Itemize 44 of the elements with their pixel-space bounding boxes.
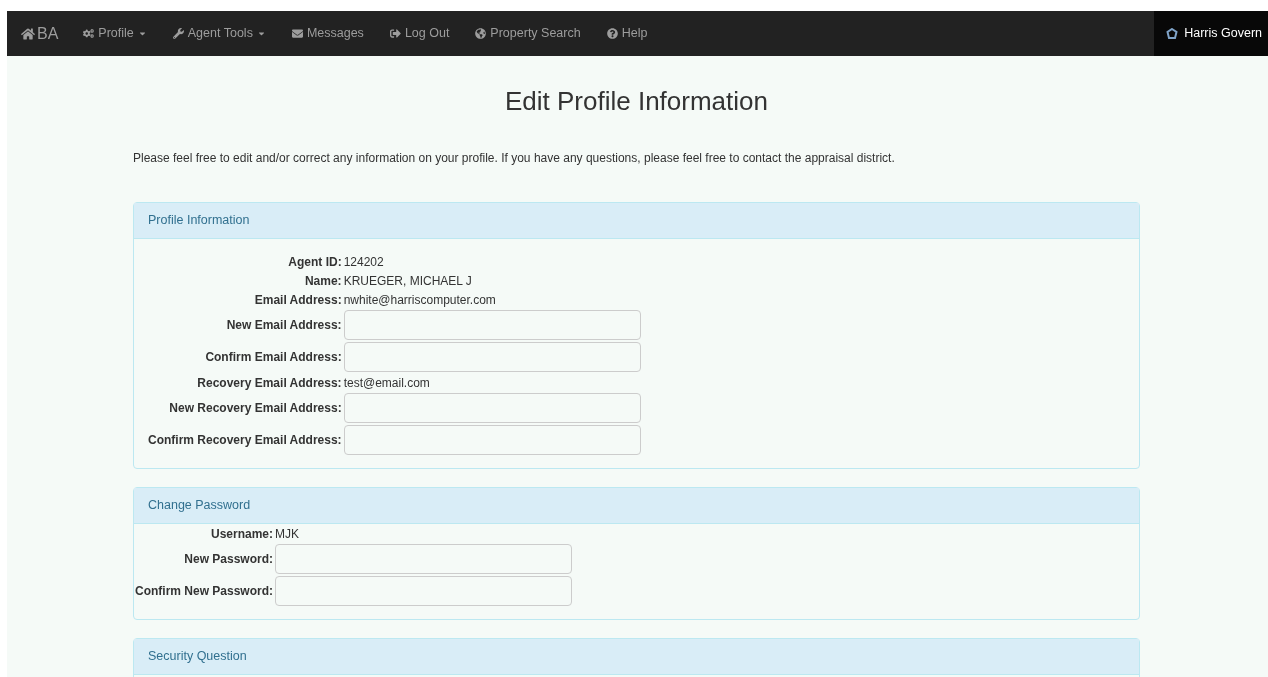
page-title: Edit Profile Information [504,85,769,118]
input-field[interactable] [343,393,641,423]
brand-link[interactable]: BA [7,11,71,56]
home-icon [21,26,35,41]
envelope-icon [291,28,303,39]
nav-link[interactable]: Log Out [376,11,463,56]
wrench-icon [172,28,184,39]
field-label: Confirm Email Address: [205,349,342,366]
field-value: nwhite@harriscomputer.com [343,291,496,309]
user-menu[interactable]: Harris Govern [1154,11,1268,56]
field-label: Email Address: [254,291,342,309]
panel-title: Security Question [148,648,247,666]
nav-link[interactable]: Agent Tools [159,11,279,56]
intro-text: Please feel free to edit and/or correct any information on your profile. If you have any questions, please feel free to contact the appraisal district. [133,150,896,167]
input-field[interactable] [343,310,641,340]
panel-title: Change Password [148,497,251,515]
input-field[interactable] [275,576,573,606]
field-label: New Recovery Email Address: [169,400,342,417]
nav-link[interactable]: Help [593,11,661,56]
caret-icon [137,29,147,38]
field-label: Agent ID: [288,253,342,271]
field-label: New Password: [184,551,274,568]
field-label: Username: [211,525,274,543]
field-value: MJK [275,525,300,543]
nav-link[interactable]: Messages [278,11,377,56]
nav-link[interactable]: Profile [70,11,160,56]
input-field[interactable] [343,342,641,372]
field-label: Confirm Recovery Email Address: [148,432,342,449]
nav-link[interactable]: Property Search [462,11,594,56]
field-value: 124202 [343,253,384,271]
field-value: test@email.com [343,374,430,392]
cogs-icon [83,28,95,39]
panel-title: Profile Information [148,212,250,230]
field-label: Confirm New Password: [135,583,274,600]
field-label: Recovery Email Address: [197,374,342,392]
help-icon [606,28,618,39]
input-field[interactable] [343,425,641,455]
sign-out-icon [389,28,401,39]
caret-icon [256,29,266,38]
globe-icon [475,28,487,39]
field-label: Name: [304,272,342,290]
field-label: New Email Address: [226,317,342,334]
input-field[interactable] [275,544,573,574]
field-value: KRUEGER, MICHAEL J [343,272,472,290]
